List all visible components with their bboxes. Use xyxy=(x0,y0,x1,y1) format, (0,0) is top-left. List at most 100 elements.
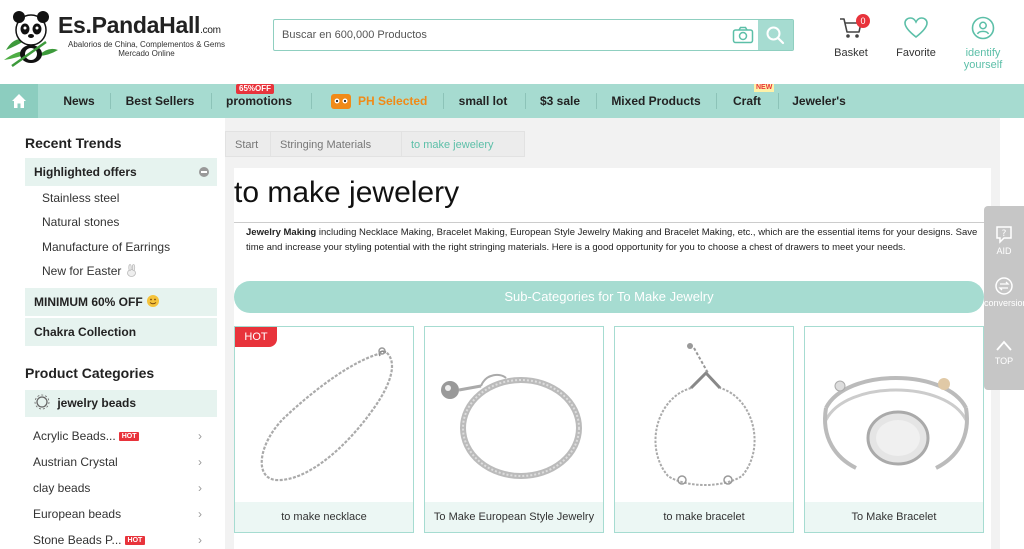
logo-name: Es.PandaHall.com xyxy=(58,12,221,38)
nav-divider xyxy=(716,93,717,109)
top-label: TOP xyxy=(994,356,1014,366)
product-caption: to make bracelet xyxy=(615,502,793,532)
identify-button[interactable]: identify yourself xyxy=(955,16,1011,71)
hot-badge: HOT xyxy=(118,432,140,441)
product-card-bracelet-chain[interactable]: to make bracelet xyxy=(614,326,794,533)
camera-icon[interactable] xyxy=(732,26,754,44)
new-tag: NEW xyxy=(754,84,775,92)
search-input[interactable] xyxy=(282,20,722,50)
category-panel: to make jewelery Jewelry Making includin… xyxy=(234,168,991,549)
category-european-beads[interactable]: European beads › xyxy=(33,507,208,521)
nav-item-3-sale[interactable]: $3 sale xyxy=(533,84,587,118)
sidebar: Recent Trends Highlighted offers Stainle… xyxy=(0,118,225,549)
cuff-bracelet-image xyxy=(823,376,969,470)
breadcrumb-current: to make jewelery xyxy=(401,131,525,157)
help-chat-icon: ? xyxy=(996,226,1012,244)
chain-bracelet-image xyxy=(654,343,756,486)
page-title: to make jewelery xyxy=(234,176,460,209)
category-label: Stone Beads P... xyxy=(33,533,122,547)
easter-label: New for Easter xyxy=(42,264,122,278)
search-bar xyxy=(273,19,794,51)
nav-divider xyxy=(596,93,597,109)
recent-trends-title: Recent Trends xyxy=(25,135,122,151)
necklace-chain-image xyxy=(260,347,394,482)
subcategories-banner: Sub-Categories for To Make Jewelry xyxy=(234,281,984,313)
chevron-right-icon: › xyxy=(198,481,202,495)
product-categories-title: Product Categories xyxy=(25,365,155,381)
nav-item-mixed-products[interactable]: Mixed Products xyxy=(606,84,706,118)
highlighted-offers-toggle[interactable]: Highlighted offers xyxy=(25,158,217,186)
sidebar-link-easter[interactable]: New for Easter xyxy=(42,264,138,278)
chakra-collection-link[interactable]: Chakra Collection xyxy=(25,318,217,346)
currency-swap-icon xyxy=(995,277,1013,295)
craft-label: Craft xyxy=(732,94,761,108)
category-label: clay beads xyxy=(33,481,91,495)
logo[interactable]: Es.PandaHall.com Abalorios de China, Com… xyxy=(2,6,232,68)
product-card-necklace[interactable]: HOT to make necklace xyxy=(234,326,414,533)
panda-logo-icon xyxy=(4,11,58,68)
sidebar-link-earrings[interactable]: Manufacture of Earrings xyxy=(42,240,170,254)
highlighted-offers-label: Highlighted offers xyxy=(34,165,137,179)
nav-item-craft[interactable]: Craft NEW xyxy=(727,84,775,118)
svg-text:?: ? xyxy=(1002,229,1007,239)
chevron-right-icon: › xyxy=(198,533,202,547)
product-caption: To Make Bracelet xyxy=(805,502,983,532)
category-description: Jewelry Making including Necklace Making… xyxy=(246,225,981,255)
home-button[interactable] xyxy=(0,84,38,118)
search-button[interactable] xyxy=(758,20,793,50)
home-icon xyxy=(12,94,26,108)
nav-item-ph-selected[interactable]: PH Selected xyxy=(326,84,436,118)
jewelry-beads-link[interactable]: jewelry beads xyxy=(25,390,217,417)
bead-icon xyxy=(34,394,50,410)
category-acrylic-beads[interactable]: Acrylic Beads... HOT › xyxy=(33,429,208,443)
collapse-icon[interactable] xyxy=(199,167,209,177)
basket-button[interactable]: 0 Basket xyxy=(826,14,876,59)
panda-badge-icon xyxy=(331,94,351,109)
category-label: Acrylic Beads... xyxy=(33,429,116,443)
nav-item-promotions[interactable]: promotions 65%OFF xyxy=(221,84,297,118)
basket-count-badge: 0 xyxy=(856,14,870,28)
product-card-european-style[interactable]: To Make European Style Jewelry xyxy=(424,326,604,533)
nav-divider xyxy=(311,93,312,109)
nav-divider xyxy=(778,93,779,109)
smile-emoji-icon xyxy=(147,295,160,307)
jewelry-beads-label: jewelry beads xyxy=(57,396,137,410)
category-austrian-crystal[interactable]: Austrian Crystal › xyxy=(33,455,208,469)
promotions-label: promotions xyxy=(226,94,292,108)
promo-off-tag: 65%OFF xyxy=(236,84,275,94)
conversion-button[interactable]: conversion xyxy=(984,276,1024,308)
aid-button[interactable]: ? AID xyxy=(984,224,1024,256)
nav-divider xyxy=(525,93,526,109)
product-card-cuff-bracelet[interactable]: To Make Bracelet xyxy=(804,326,984,533)
minimum-off-label: MINIMUM 60% OFF xyxy=(34,295,143,309)
category-clay-beads[interactable]: clay beads › xyxy=(33,481,208,495)
nav-divider xyxy=(211,93,212,109)
hot-badge: HOT xyxy=(124,536,146,545)
chevron-right-icon: › xyxy=(198,429,202,443)
nav-item-best-sellers[interactable]: Best Sellers xyxy=(118,84,202,118)
sidebar-link-natural-stones[interactable]: Natural stones xyxy=(42,215,119,229)
user-icon xyxy=(971,16,995,40)
main-nav: News Best Sellers promotions 65%OFF PH S… xyxy=(0,84,1024,118)
category-stone-beads[interactable]: Stone Beads P... HOT › xyxy=(33,533,208,547)
nav-item-jewelers[interactable]: Jeweler's xyxy=(788,84,850,118)
hot-label: HOT xyxy=(235,327,277,347)
minimum-off-link[interactable]: MINIMUM 60% OFF xyxy=(25,288,217,316)
breadcrumb-stringing-materials[interactable]: Stringing Materials xyxy=(270,131,402,157)
sidebar-link-stainless-steel[interactable]: Stainless steel xyxy=(42,191,119,205)
nav-divider xyxy=(443,93,444,109)
floating-toolbar: ? AID conversion TOP xyxy=(984,206,1024,390)
conversion-label: conversion xyxy=(984,298,1024,308)
european-bracelet-image xyxy=(441,373,582,479)
chevron-right-icon: › xyxy=(198,507,202,521)
identify-label: identify yourself xyxy=(963,47,1003,71)
nav-item-news[interactable]: News xyxy=(52,84,106,118)
description-bold: Jewelry Making xyxy=(246,227,317,238)
description-text: including Necklace Making, Bracelet Maki… xyxy=(246,227,978,253)
back-to-top-button[interactable]: TOP xyxy=(984,338,1024,366)
breadcrumb-start[interactable]: Start xyxy=(225,131,271,157)
favorite-label: Favorite xyxy=(896,47,936,59)
nav-item-small-lot[interactable]: small lot xyxy=(451,84,515,118)
favorite-button[interactable]: Favorite xyxy=(892,16,940,59)
main-content: Start Stringing Materials to make jewele… xyxy=(225,118,1000,549)
